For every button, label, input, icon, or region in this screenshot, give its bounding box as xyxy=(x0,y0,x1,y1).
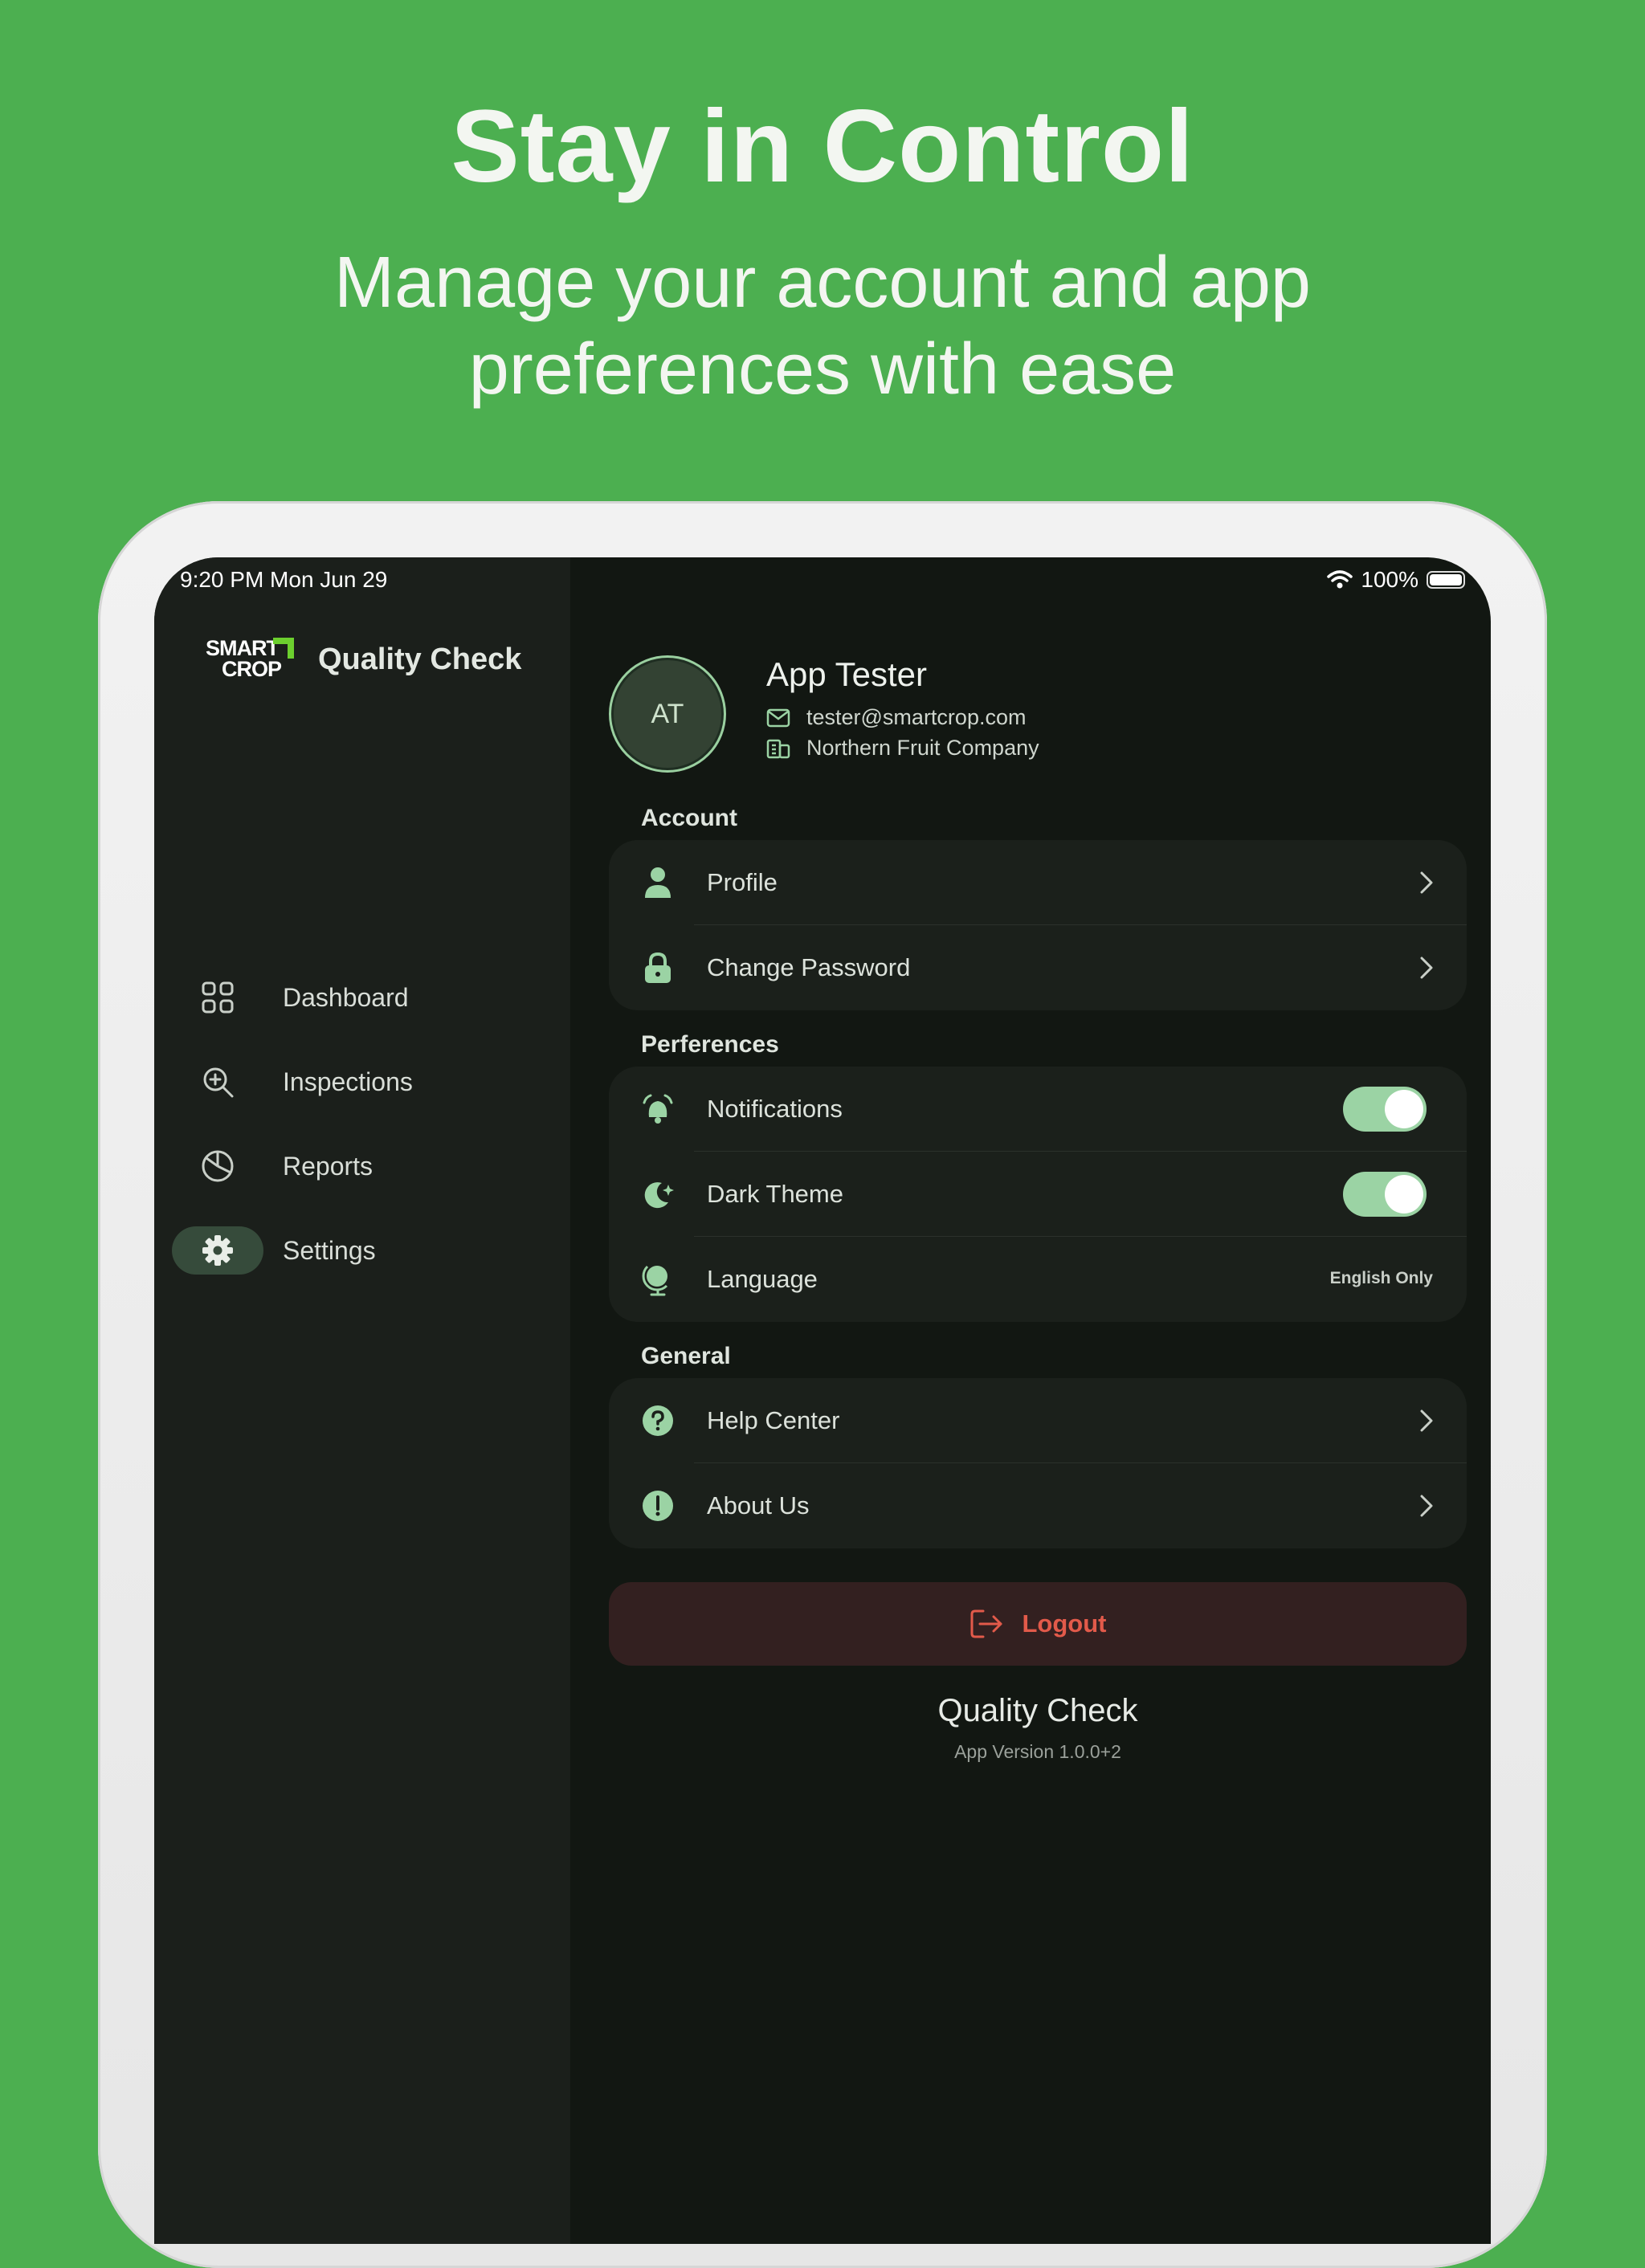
user-name: App Tester xyxy=(766,655,928,693)
question-icon xyxy=(609,1378,707,1463)
change-password-row[interactable]: Change Password xyxy=(609,925,1467,1010)
language-row[interactable]: Language English Only xyxy=(609,1237,1467,1322)
user-company: Northern Fruit Company xyxy=(806,736,1039,760)
app-screen: 9:20 PM Mon Jun 29 100% SMART CROP Quali… xyxy=(154,557,1491,2244)
account-group: Profile Change Password xyxy=(609,840,1467,1010)
gear-icon xyxy=(172,1226,263,1275)
settings-panel: AT App Tester tester@smartcrop.com North… xyxy=(570,557,1491,2244)
wifi-icon xyxy=(1327,570,1353,589)
status-time: 9:20 PM Mon Jun 29 xyxy=(180,567,388,592)
person-icon xyxy=(609,840,707,925)
chevron-right-icon xyxy=(1420,871,1433,894)
sidebar-item-label: Dashboard xyxy=(283,982,409,1012)
sidebar-item-label: Reports xyxy=(283,1151,373,1181)
profile-row[interactable]: Profile xyxy=(609,840,1467,925)
logout-button[interactable]: Logout xyxy=(609,1582,1467,1666)
brand: SMART CROP Quality Check xyxy=(206,634,521,684)
app-version: App Version 1.0.0+2 xyxy=(954,1741,1121,1762)
chevron-right-icon xyxy=(1420,957,1433,979)
row-label: Help Center xyxy=(707,1406,840,1434)
chevron-right-icon xyxy=(1420,1409,1433,1432)
search-plus-icon xyxy=(172,1058,263,1106)
footer-app-name: Quality Check xyxy=(937,1693,1138,1728)
sidebar-item-settings[interactable]: Settings xyxy=(172,1226,557,1275)
dark-theme-toggle[interactable] xyxy=(1343,1172,1427,1217)
general-group: Help Center About Us xyxy=(609,1378,1467,1548)
help-center-row[interactable]: Help Center xyxy=(609,1378,1467,1463)
status-bar: 9:20 PM Mon Jun 29 100% xyxy=(154,557,1491,602)
marketing-subtitle-line-1: Manage your account and app xyxy=(334,243,1311,323)
mail-icon xyxy=(766,708,790,727)
user-email-line: tester@smartcrop.com xyxy=(766,705,1026,730)
marketing-title: Stay in Control xyxy=(451,89,1194,204)
sidebar-nav: Dashboard Inspections Reports Settings xyxy=(172,973,557,1311)
info-icon xyxy=(609,1463,707,1548)
notifications-row: Notifications xyxy=(609,1067,1467,1152)
logout-label: Logout xyxy=(1022,1609,1107,1638)
building-icon xyxy=(766,739,790,758)
row-label: Change Password xyxy=(707,953,911,981)
notifications-toggle[interactable] xyxy=(1343,1087,1427,1132)
smartcrop-logo: SMART CROP xyxy=(206,634,296,684)
marketing-subtitle-line-2: preferences with ease xyxy=(468,329,1177,410)
row-label: About Us xyxy=(707,1491,810,1519)
marketing-subtitle: Manage your account and app preferences … xyxy=(0,239,1645,413)
section-title-general: General xyxy=(641,1343,731,1369)
row-label: Language xyxy=(707,1265,818,1293)
user-email: tester@smartcrop.com xyxy=(806,705,1027,729)
section-title-preferences: Perferences xyxy=(641,1031,779,1058)
logout-icon xyxy=(970,1609,1002,1638)
battery-icon xyxy=(1427,571,1465,589)
row-label: Profile xyxy=(707,868,778,896)
sidebar: SMART CROP Quality Check Dashboard Inspe… xyxy=(154,557,570,2244)
globe-icon xyxy=(609,1237,707,1322)
preferences-group: Notifications Dark Theme Language Englis… xyxy=(609,1067,1467,1322)
chevron-right-icon xyxy=(1420,1495,1433,1517)
avatar[interactable]: AT xyxy=(609,655,726,773)
sidebar-item-label: Settings xyxy=(283,1235,376,1265)
section-title-account: Account xyxy=(641,805,737,831)
row-label: Notifications xyxy=(707,1095,843,1123)
dark-theme-row: Dark Theme xyxy=(609,1152,1467,1237)
sidebar-item-label: Inspections xyxy=(283,1067,413,1096)
moon-icon xyxy=(609,1152,707,1237)
pie-chart-icon xyxy=(172,1142,263,1190)
row-label: Dark Theme xyxy=(707,1180,843,1208)
language-value: English Only xyxy=(1329,1269,1433,1287)
bell-icon xyxy=(609,1067,707,1152)
about-us-row[interactable]: About Us xyxy=(609,1463,1467,1548)
user-company-line: Northern Fruit Company xyxy=(766,736,1039,761)
app-name: Quality Check xyxy=(318,642,522,676)
lock-icon xyxy=(609,925,707,1010)
sidebar-item-inspections[interactable]: Inspections xyxy=(172,1058,557,1106)
battery-percent: 100% xyxy=(1361,567,1418,592)
sidebar-item-dashboard[interactable]: Dashboard xyxy=(172,973,557,1022)
grid-icon xyxy=(172,973,263,1022)
sidebar-item-reports[interactable]: Reports xyxy=(172,1142,557,1190)
